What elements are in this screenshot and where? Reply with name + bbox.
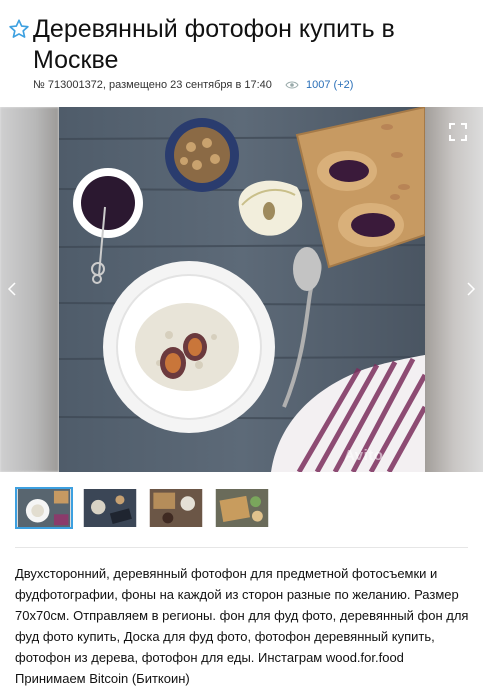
description-text: Двухсторонний, деревянный фотофон для пр… xyxy=(15,566,469,665)
divider xyxy=(15,547,468,548)
listing-meta: № 713001372, размещено 23 сентября в 17:… xyxy=(33,79,353,91)
watermark-logo: Avito xyxy=(344,447,384,464)
thumbnail-2[interactable] xyxy=(81,487,139,529)
photo-gallery: Avito xyxy=(0,107,483,472)
fullscreen-icon[interactable] xyxy=(449,123,467,141)
thumbnail-image xyxy=(83,489,137,527)
thumbnail-1[interactable] xyxy=(15,487,73,529)
favorite-star-icon[interactable] xyxy=(8,18,30,40)
gallery-prev-button[interactable] xyxy=(2,277,22,301)
thumbnail-image xyxy=(17,489,71,527)
listing-description: Двухсторонний, деревянный фотофон для пр… xyxy=(15,563,475,689)
page-title: Деревянный фотофон купить в Москве xyxy=(33,15,395,74)
main-photo[interactable] xyxy=(59,107,425,472)
listing-header: Деревянный фотофон купить в Москве xyxy=(8,14,473,76)
payment-note: Принимаем Bitcoin (Биткоин) xyxy=(15,671,190,686)
chevron-left-icon xyxy=(7,282,16,296)
thumbnail-image xyxy=(149,489,203,527)
views-count[interactable]: 1007 (+2) xyxy=(306,79,353,91)
listing-number-date: № 713001372, размещено 23 сентября в 17:… xyxy=(33,79,272,91)
gallery-next-button[interactable] xyxy=(461,277,481,301)
thumbnail-4[interactable] xyxy=(213,487,271,529)
thumbnail-3[interactable] xyxy=(147,487,205,529)
chevron-right-icon xyxy=(467,282,476,296)
thumbnail-image xyxy=(215,489,269,527)
eye-icon xyxy=(285,81,299,89)
